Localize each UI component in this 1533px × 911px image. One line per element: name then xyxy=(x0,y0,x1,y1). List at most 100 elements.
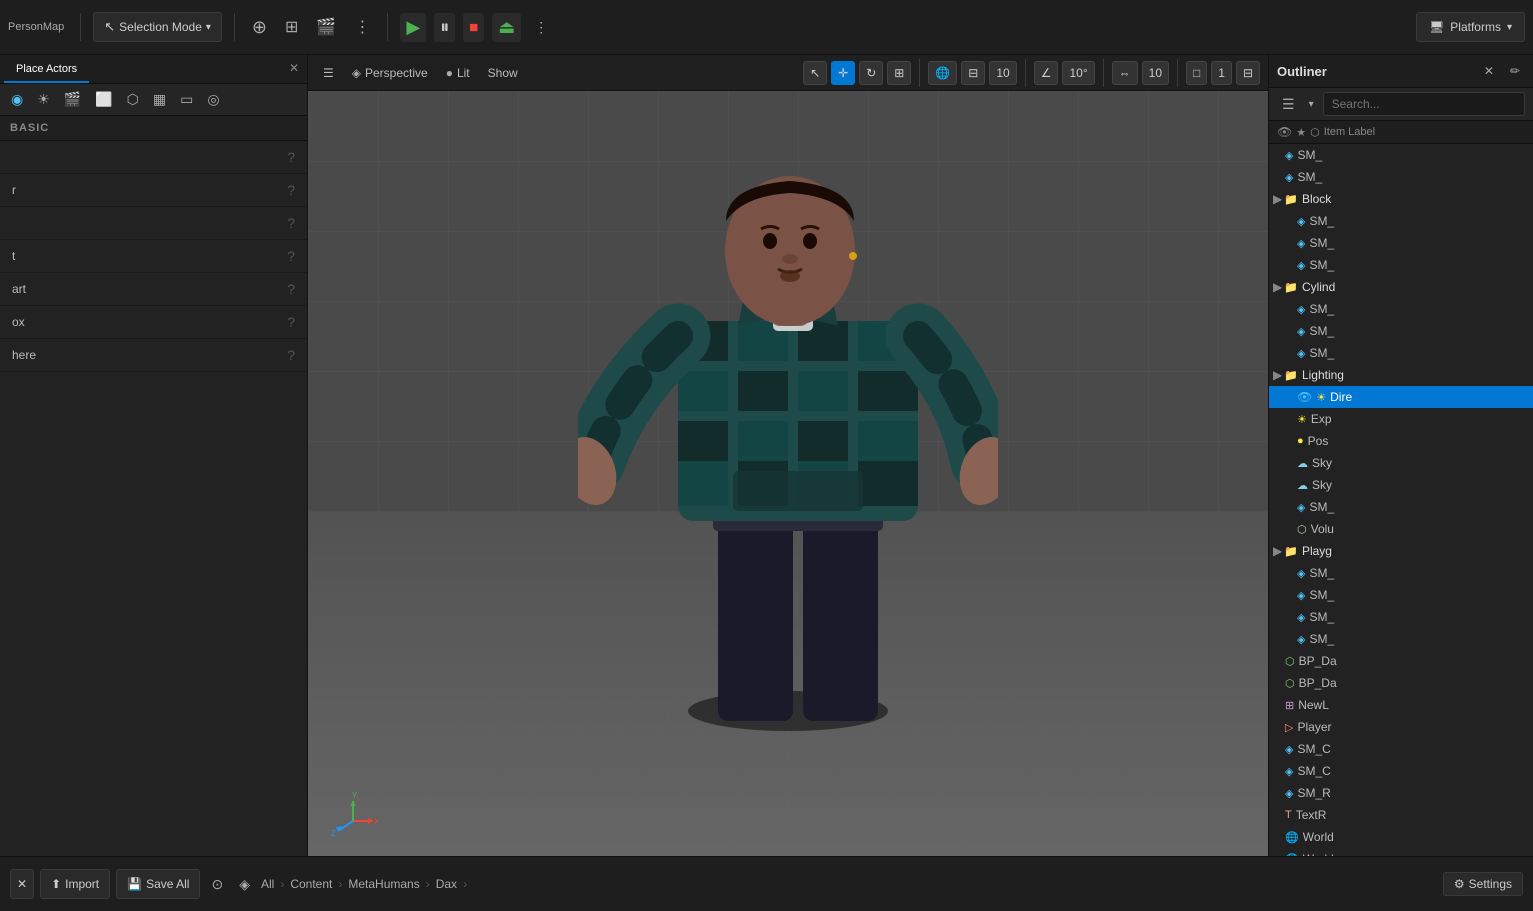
list-item[interactable]: ◈ SM_ xyxy=(1269,342,1533,364)
revision-icon[interactable]: ◈ xyxy=(234,873,255,896)
folder-lighting[interactable]: ▶ 📁 Lighting xyxy=(1269,364,1533,386)
move-value-button[interactable]: 10 xyxy=(1142,61,1169,85)
list-item-world[interactable]: 🌐 World xyxy=(1269,826,1533,848)
bp-filter-btn[interactable]: ⬡ xyxy=(122,88,144,111)
folder-block[interactable]: ▶ 📁 Block xyxy=(1269,188,1533,210)
list-item[interactable]: art ? xyxy=(0,273,307,306)
list-item[interactable]: ⬡ BP_Da xyxy=(1269,672,1533,694)
import-button[interactable]: ⬆ Import xyxy=(40,869,110,899)
list-item[interactable]: ⬡ BP_Da xyxy=(1269,650,1533,672)
help-icon[interactable]: ? xyxy=(287,248,295,264)
eject-button[interactable]: ⏏ xyxy=(492,13,521,42)
folder-playg[interactable]: ▶ 📁 Playg xyxy=(1269,540,1533,562)
list-item[interactable]: ◈ SM_ xyxy=(1269,606,1533,628)
help-icon[interactable]: ? xyxy=(287,215,295,231)
select-tool-button[interactable]: ↖ xyxy=(803,61,827,85)
list-item[interactable]: T TextR xyxy=(1269,804,1533,826)
selection-mode-button[interactable]: ↖ Selection Mode ▾ xyxy=(93,12,222,42)
list-item-directional[interactable]: 👁 ☀ Dire xyxy=(1269,386,1533,408)
light-filter-btn[interactable]: ☀ xyxy=(32,88,55,111)
outliner-expand-button[interactable]: ▾ xyxy=(1304,96,1319,113)
more-options-icon[interactable]: ⋮ xyxy=(349,14,375,40)
list-item[interactable]: ◈ SM_ xyxy=(1269,628,1533,650)
breadcrumb-item[interactable]: Content xyxy=(290,877,332,891)
folder-cylind[interactable]: ▶ 📁 Cylind xyxy=(1269,276,1533,298)
transform-tool-button[interactable]: ✛ xyxy=(831,61,855,85)
outliner-filter-button[interactable]: ☰ xyxy=(1277,93,1300,116)
list-item[interactable]: r ? xyxy=(0,174,307,207)
list-item[interactable]: ☀ Exp xyxy=(1269,408,1533,430)
platforms-button[interactable]: 🖥 Platforms ▾ xyxy=(1416,12,1525,42)
breadcrumb-item[interactable]: All xyxy=(261,877,274,891)
list-item[interactable]: ◈ SM_ xyxy=(1269,144,1533,166)
list-item[interactable]: ◈ SM_ xyxy=(1269,298,1533,320)
list-item[interactable]: ◈ SM_ xyxy=(1269,496,1533,518)
actor-mode-icon[interactable]: ⊕ xyxy=(247,14,272,41)
snap-grid-button[interactable]: ⊟ xyxy=(961,61,985,85)
list-item[interactable]: ◈ SM_ xyxy=(1269,210,1533,232)
breadcrumb-item[interactable]: Dax xyxy=(436,877,457,891)
list-item[interactable]: ? xyxy=(0,141,307,174)
save-all-button[interactable]: 💾 Save All xyxy=(116,869,200,899)
misc-filter-btn[interactable]: ◎ xyxy=(202,88,224,111)
launch-options-icon[interactable]: ⋮ xyxy=(529,16,553,39)
pause-button[interactable]: ⏸ xyxy=(434,13,455,42)
help-icon[interactable]: ? xyxy=(287,281,295,297)
edit-outliner-button[interactable]: ✏ xyxy=(1505,61,1525,81)
breadcrumb-item[interactable]: MetaHumans xyxy=(348,877,419,891)
list-item[interactable]: ◈ SM_ xyxy=(1269,166,1533,188)
help-icon[interactable]: ? xyxy=(287,347,295,363)
world-grid-button[interactable]: 🌐 xyxy=(928,61,957,85)
help-icon[interactable]: ? xyxy=(287,314,295,330)
viewport[interactable]: ☰ ◈ Perspective ● Lit Show ↖ ✛ ↻ ⊞ 🌐 ⊟ xyxy=(308,55,1268,856)
layout-button[interactable]: ⊟ xyxy=(1236,61,1260,85)
outliner-search-input[interactable] xyxy=(1323,92,1525,116)
screen-num-button[interactable]: □ xyxy=(1186,61,1207,85)
geometry-filter-btn[interactable]: ⬜ xyxy=(90,88,117,111)
angle-value-button[interactable]: 10° xyxy=(1062,61,1094,85)
list-item[interactable]: ◈ SM_ xyxy=(1269,254,1533,276)
all-filter-btn[interactable]: ◉ xyxy=(6,88,28,111)
help-icon[interactable]: ? xyxy=(287,149,295,165)
list-item[interactable]: ◈ SM_C xyxy=(1269,760,1533,782)
volumes-filter-btn[interactable]: ▭ xyxy=(175,88,198,111)
list-item[interactable]: ◈ SM_ xyxy=(1269,584,1533,606)
stop-button[interactable]: ⏹ xyxy=(463,13,484,42)
list-item[interactable]: ◈ SM_C xyxy=(1269,738,1533,760)
lit-button[interactable]: ● Lit xyxy=(439,63,477,83)
num-value-button[interactable]: 1 xyxy=(1211,61,1232,85)
list-item[interactable]: ? xyxy=(0,207,307,240)
list-item[interactable]: ☁ Sky xyxy=(1269,452,1533,474)
scale-tool-button[interactable]: ⊞ xyxy=(887,61,911,85)
list-item[interactable]: ox ? xyxy=(0,306,307,339)
list-item[interactable]: ⬡ Volu xyxy=(1269,518,1533,540)
list-item[interactable]: t ? xyxy=(0,240,307,273)
show-button[interactable]: Show xyxy=(481,63,525,83)
list-item[interactable]: ● Pos xyxy=(1269,430,1533,452)
perspective-button[interactable]: ◈ Perspective xyxy=(345,63,435,83)
cinematic-filter-btn[interactable]: 🎬 xyxy=(59,88,86,111)
play-button[interactable]: ▶ xyxy=(400,13,426,42)
list-item[interactable]: ⊞ NewL xyxy=(1269,694,1533,716)
list-item[interactable]: ◈ SM_ xyxy=(1269,562,1533,584)
snap-icon[interactable]: ⊞ xyxy=(280,14,303,40)
list-item[interactable]: ◈ SM_ xyxy=(1269,232,1533,254)
list-item-world-2[interactable]: 🌐 World xyxy=(1269,848,1533,856)
viewport-menu-button[interactable]: ☰ xyxy=(316,63,341,83)
shapes-filter-btn[interactable]: ▦ xyxy=(148,88,171,111)
settings-button[interactable]: ⚙ Settings xyxy=(1443,872,1523,896)
close-outliner-button[interactable]: ✕ xyxy=(1479,61,1499,81)
camera-icon[interactable]: 🎬 xyxy=(311,14,341,40)
list-item[interactable]: ◈ SM_R xyxy=(1269,782,1533,804)
help-icon[interactable]: ? xyxy=(287,182,295,198)
list-item[interactable]: ☁ Sky xyxy=(1269,474,1533,496)
list-item[interactable]: ▷ Player xyxy=(1269,716,1533,738)
grid-value-button[interactable]: 10 xyxy=(989,61,1016,85)
angle-button[interactable]: ∠ xyxy=(1034,61,1059,85)
move-button[interactable]: ⇔ xyxy=(1112,61,1138,85)
list-item[interactable]: ◈ SM_ xyxy=(1269,320,1533,342)
close-left-panel-btn[interactable]: ✕ xyxy=(285,57,303,83)
source-control-icon[interactable]: ⊙ xyxy=(206,873,228,896)
close-bottom-btn[interactable]: ✕ xyxy=(10,869,34,899)
rotate-tool-button[interactable]: ↻ xyxy=(859,61,883,85)
